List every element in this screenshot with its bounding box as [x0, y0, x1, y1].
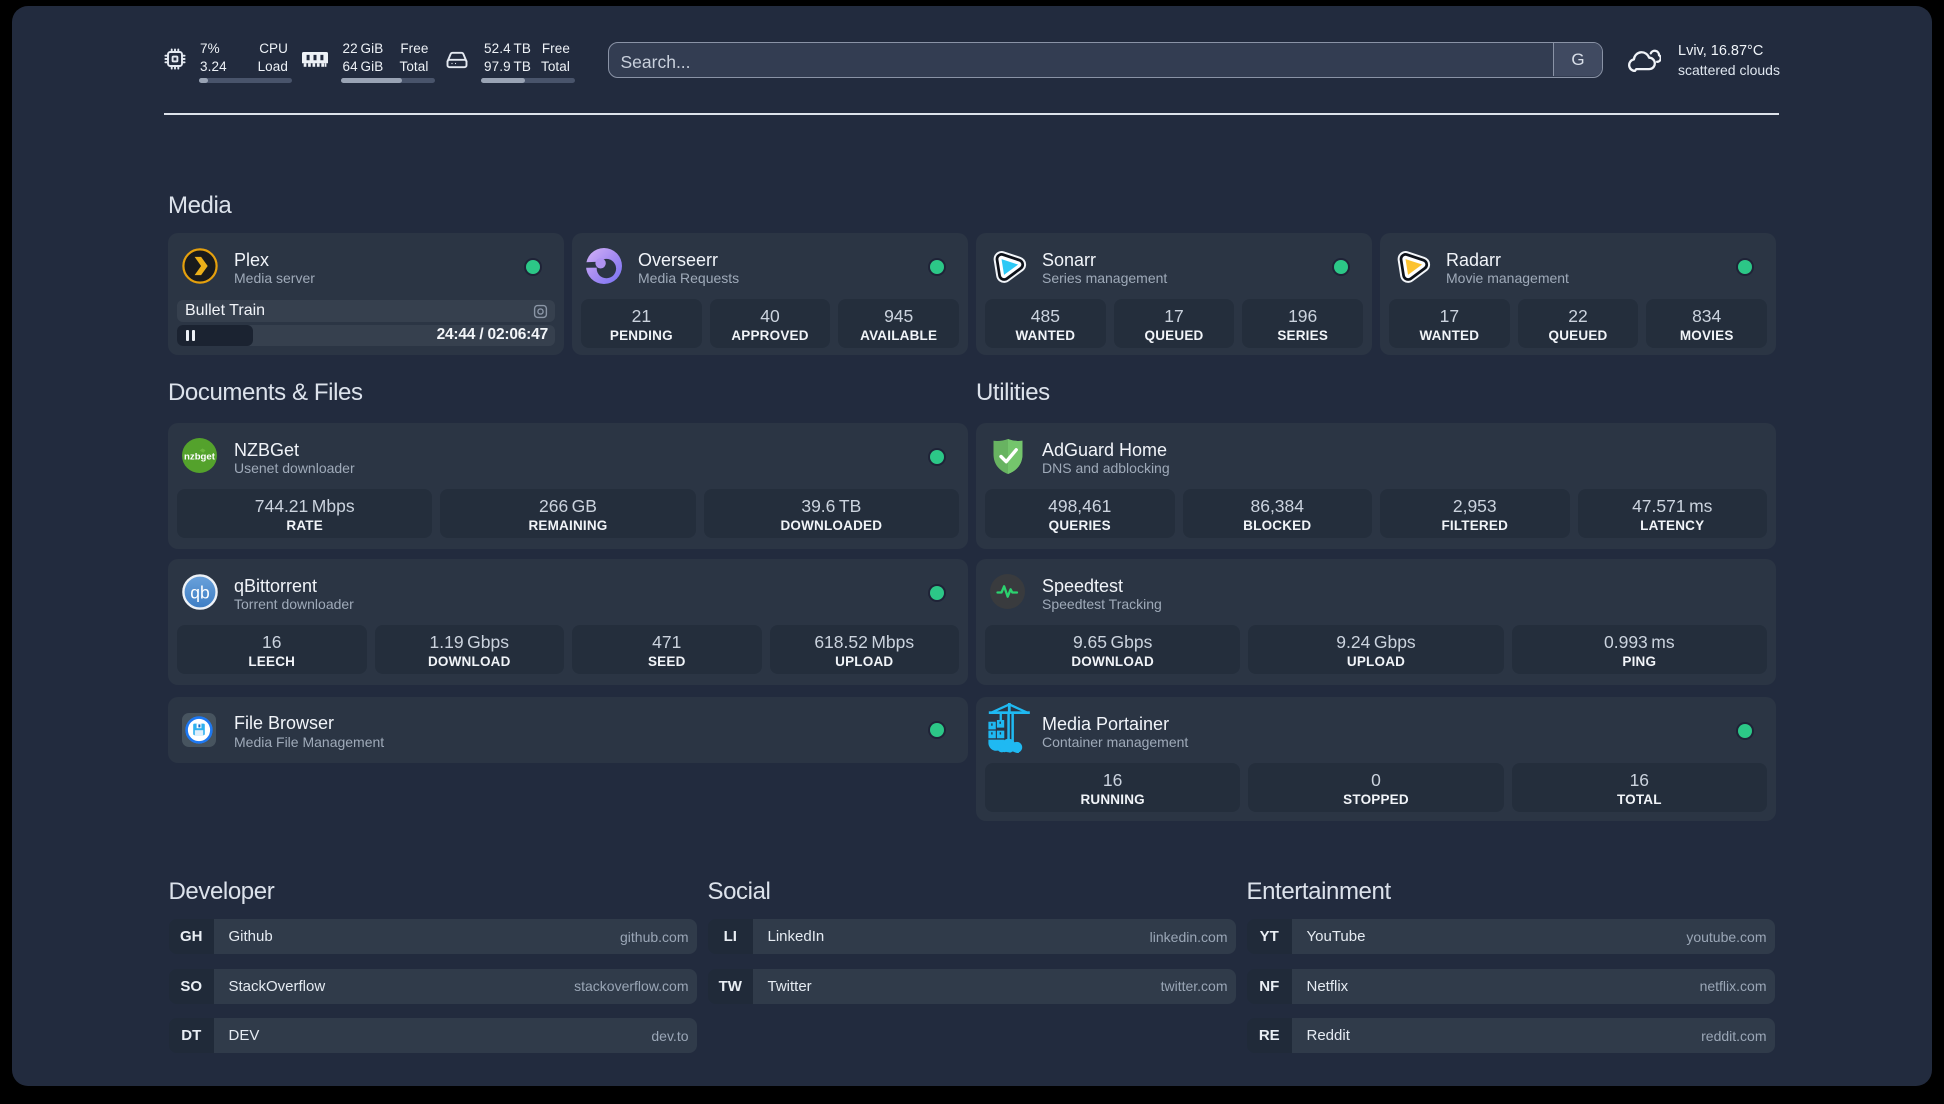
svg-text:qb: qb — [190, 583, 209, 603]
svg-text:nzbget: nzbget — [184, 452, 216, 463]
